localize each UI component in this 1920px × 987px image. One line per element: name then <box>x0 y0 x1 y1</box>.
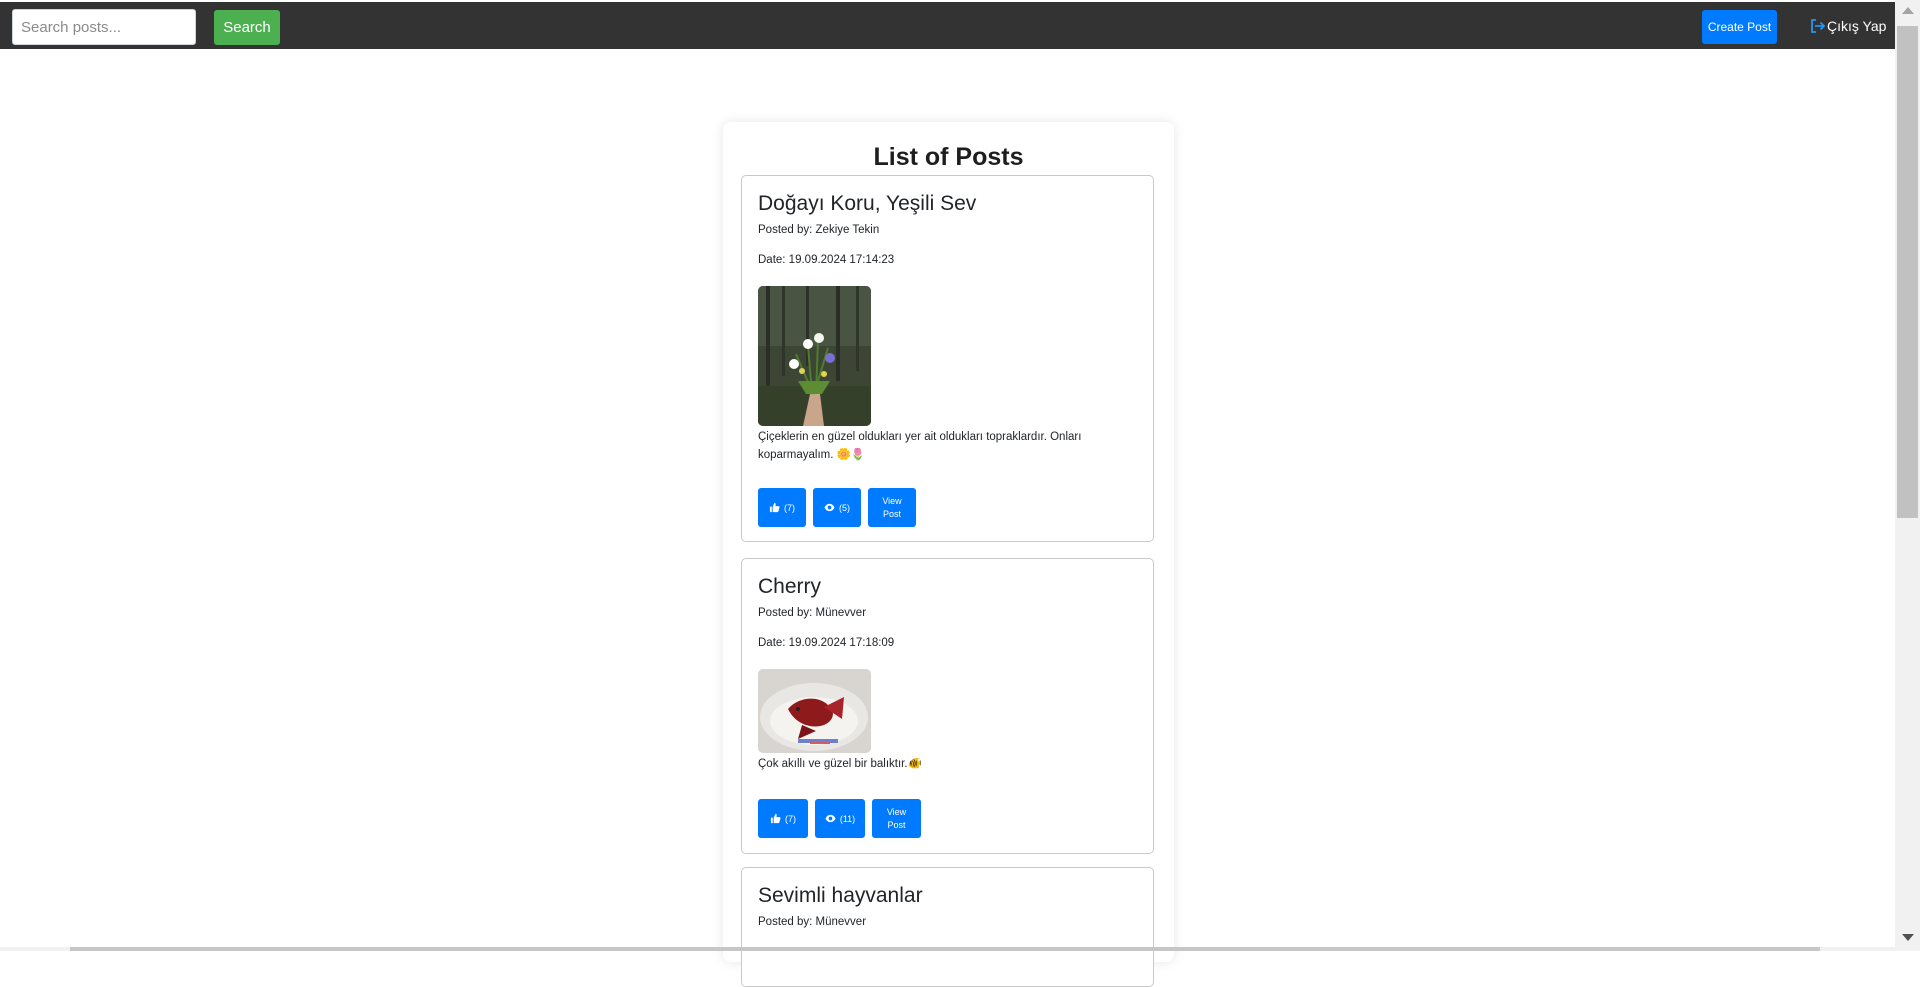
post-content: Çiçeklerin en güzel oldukları yer ait ol… <box>758 431 1082 461</box>
view-post-button[interactable]: View Post <box>868 488 916 527</box>
vertical-scrollbar[interactable] <box>1895 0 1920 951</box>
post-card: Sevimli hayvanlar Posted by: Münevver <box>741 867 1154 987</box>
fish-photo <box>758 669 871 753</box>
like-button[interactable]: (7) <box>758 799 808 838</box>
sign-out-icon <box>1811 19 1826 33</box>
horizontal-scrollbar[interactable] <box>0 947 1895 951</box>
view-post-button[interactable]: View Post <box>872 799 921 838</box>
horizontal-scroll-thumb[interactable] <box>70 947 1820 951</box>
post-card: Cherry Posted by: Münevver Date: 19.09.2… <box>741 558 1154 854</box>
post-card: Doğayı Koru, Yeşili Sev Posted by: Zekiy… <box>741 175 1154 542</box>
page-title: List of Posts <box>873 143 1024 171</box>
post-date: Date: 19.09.2024 17:18:09 <box>758 637 895 649</box>
post-content: Çok akıllı ve güzel bir balıktır.🐠 <box>758 758 922 770</box>
view-post-label: View Post <box>886 806 907 830</box>
like-button[interactable]: (7) <box>758 488 806 527</box>
post-title: Cherry <box>758 575 822 598</box>
search-button[interactable]: Search <box>214 10 280 45</box>
scroll-down-arrow-icon[interactable] <box>1902 934 1914 941</box>
view-post-label: View Post <box>882 495 902 519</box>
views-button[interactable]: (5) <box>813 488 861 527</box>
eye-icon <box>825 814 836 823</box>
thumbs-up-icon <box>769 502 780 513</box>
post-image <box>758 669 871 753</box>
logout-label: Çıkış Yap <box>1827 18 1887 34</box>
post-date: Date: 19.09.2024 17:14:23 <box>758 254 895 266</box>
like-count: (7) <box>785 813 796 824</box>
scroll-thumb[interactable] <box>1897 26 1918 518</box>
logout-link[interactable]: Çıkış Yap <box>1810 18 1886 34</box>
post-author: Posted by: Zekiye Tekin <box>758 224 880 236</box>
top-navbar: Search Create Post Çıkış Yap <box>0 2 1895 49</box>
like-count: (7) <box>784 502 795 513</box>
create-post-button[interactable]: Create Post <box>1702 10 1777 44</box>
view-count: (5) <box>839 502 850 513</box>
thumbs-up-icon <box>770 813 781 824</box>
scroll-up-arrow-icon[interactable] <box>1902 7 1914 14</box>
search-input[interactable] <box>12 9 196 45</box>
view-count: (11) <box>839 813 856 824</box>
post-image <box>758 286 871 426</box>
post-author: Posted by: Münevver <box>758 916 867 928</box>
posts-container: List of Posts Doğayı Koru, Yeşili Sev Po… <box>723 122 1174 987</box>
post-title: Sevimli hayvanlar <box>758 884 923 907</box>
eye-icon <box>824 503 835 512</box>
views-button[interactable]: (11) <box>815 799 865 838</box>
flowers-photo <box>758 286 871 426</box>
post-title: Doğayı Koru, Yeşili Sev <box>758 192 977 215</box>
post-author: Posted by: Münevver <box>758 607 867 619</box>
